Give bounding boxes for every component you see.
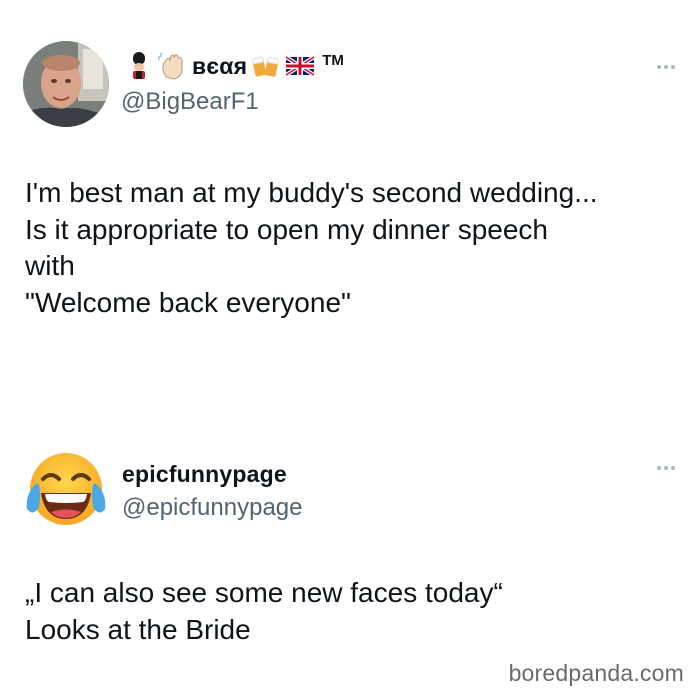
- tweet-original: ʙєαя TM @BigBearF1 I'm best man at my bu…: [0, 0, 700, 410]
- watermark: boredpanda.com: [508, 660, 684, 686]
- tweet-text: I'm best man at my buddy's second weddin…: [25, 177, 598, 318]
- guard-emoji-icon: [124, 51, 154, 81]
- more-options-icon[interactable]: [657, 65, 675, 69]
- display-name-row: ʙєαя TM: [124, 50, 344, 82]
- avatar[interactable]: [23, 41, 109, 127]
- beer-mugs-emoji-icon: [251, 51, 281, 81]
- tweet-reply: [0, 410, 700, 700]
- profile-photo-icon: [23, 41, 109, 127]
- tweet-text: „I can also see some new faces today“ Lo…: [25, 577, 503, 645]
- display-name-row: epicfunnypage: [122, 458, 287, 490]
- user-handle[interactable]: @BigBearF1: [121, 88, 259, 116]
- tears-of-joy-emoji-icon: [26, 453, 106, 525]
- display-name[interactable]: ʙєαя: [192, 53, 247, 80]
- user-handle[interactable]: @epicfunnypage: [122, 494, 303, 522]
- waving-hand-emoji-icon: [158, 51, 188, 81]
- display-name[interactable]: epicfunnypage: [122, 461, 287, 488]
- more-options-icon[interactable]: [657, 466, 675, 470]
- uk-flag-emoji-icon: [285, 51, 316, 81]
- trademark-label: TM: [322, 51, 344, 69]
- avatar[interactable]: [23, 449, 109, 535]
